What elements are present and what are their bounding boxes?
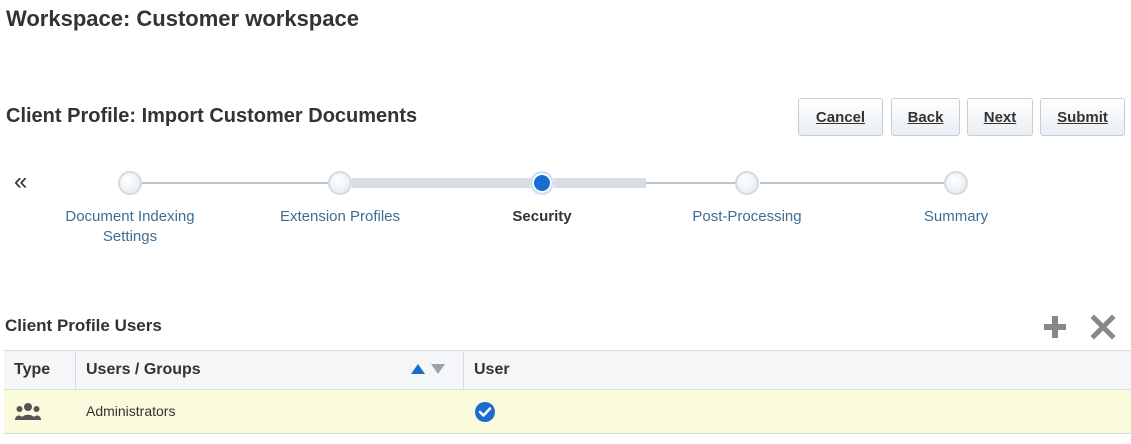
table-row[interactable]: Administrators xyxy=(4,390,1131,434)
train-track-3a xyxy=(554,178,646,188)
x-icon[interactable] xyxy=(1089,313,1117,341)
column-header-type[interactable]: Type xyxy=(4,351,76,389)
train-label-line: Summary xyxy=(923,208,989,225)
train-label-line: Post-Processing xyxy=(692,208,802,225)
train-track-2 xyxy=(352,178,532,188)
group-icon xyxy=(15,403,41,420)
sort-descending-icon[interactable] xyxy=(430,363,446,375)
type-cell xyxy=(4,390,76,433)
user-cell xyxy=(464,390,1131,433)
train-step-document-indexing[interactable] xyxy=(118,171,142,195)
back-button[interactable]: Back xyxy=(891,98,960,136)
section-title: Client Profile Users xyxy=(5,316,162,335)
train-label-document-indexing[interactable]: Document Indexing Settings xyxy=(40,207,220,247)
train-label-line: Extension Profiles xyxy=(279,208,401,225)
users-table: Type Users / Groups User Administrators xyxy=(4,350,1131,444)
train-track-4 xyxy=(760,182,946,184)
sort-ascending-icon[interactable] xyxy=(410,363,426,375)
collapse-train-icon[interactable]: « xyxy=(14,170,27,194)
next-button[interactable]: Next xyxy=(967,98,1033,136)
plus-icon[interactable] xyxy=(1041,313,1069,341)
train-label-line: Settings xyxy=(102,228,158,245)
cancel-button[interactable]: Cancel xyxy=(798,98,883,136)
train-track-3b xyxy=(646,182,736,184)
users-groups-cell: Administrators xyxy=(86,403,176,419)
train-label-post-processing[interactable]: Post-Processing xyxy=(657,207,837,227)
train-label-extension-profiles[interactable]: Extension Profiles xyxy=(250,207,430,227)
submit-button[interactable]: Submit xyxy=(1040,98,1125,136)
workspace-title: Workspace: Customer workspace xyxy=(6,6,359,31)
column-header-label: Users / Groups xyxy=(86,361,201,378)
train-label-security[interactable]: Security xyxy=(452,207,632,227)
page-title: Client Profile: Import Customer Document… xyxy=(6,105,418,127)
train-step-post-processing[interactable] xyxy=(735,171,759,195)
column-header-user[interactable]: User xyxy=(464,351,1131,389)
column-header-users-groups[interactable]: Users / Groups xyxy=(76,351,464,389)
train-label-line: Security xyxy=(512,208,572,225)
train-label-summary[interactable]: Summary xyxy=(866,207,1046,227)
train-label-line: Document Indexing xyxy=(65,208,195,225)
train-step-summary[interactable] xyxy=(944,171,968,195)
table-header: Type Users / Groups User xyxy=(4,351,1131,390)
train-step-security[interactable] xyxy=(530,171,554,195)
train-step-extension-profiles[interactable] xyxy=(328,171,352,195)
check-circle-icon[interactable] xyxy=(474,401,496,423)
train-track-1 xyxy=(142,182,330,184)
